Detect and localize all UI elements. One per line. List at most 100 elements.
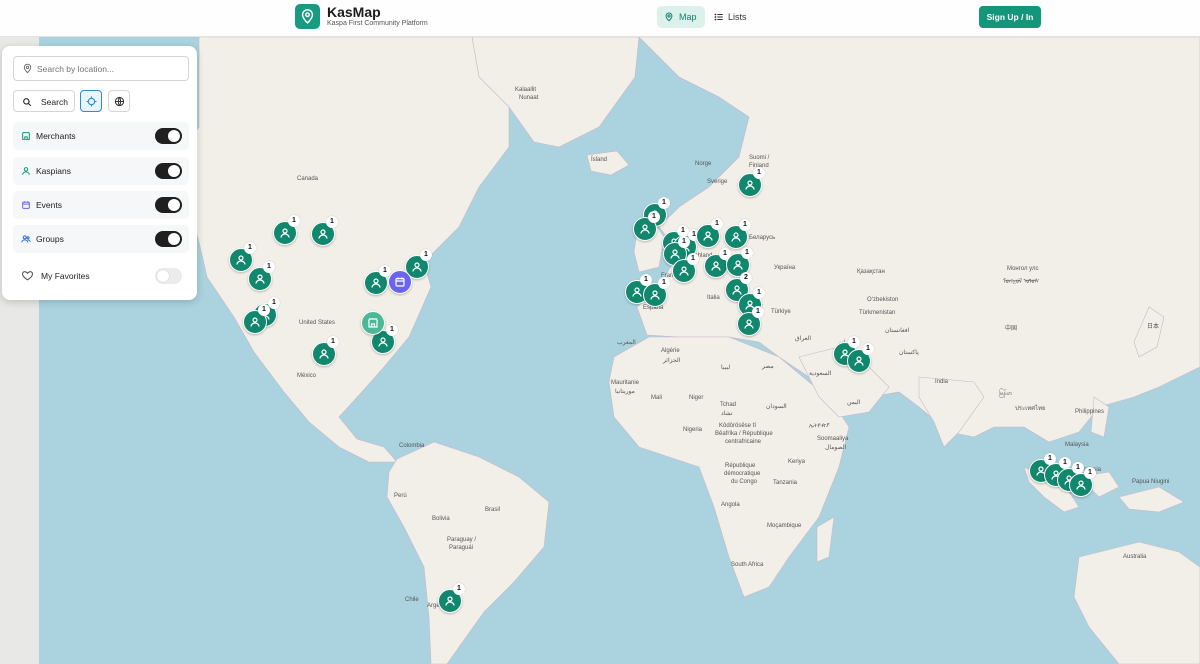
person-icon — [640, 224, 650, 234]
label-italia: Italia — [707, 295, 720, 301]
map-marker[interactable]: 1 — [696, 218, 723, 248]
map-marker[interactable]: 1 — [248, 261, 275, 291]
marker-count-badge: 1 — [453, 583, 465, 595]
label-ethiopia: ኢትዮጵያ — [809, 423, 830, 429]
label-yemen: اليمن — [847, 400, 861, 406]
map-marker[interactable]: 1 — [737, 306, 764, 336]
label-malaysia: Malaysia — [1065, 442, 1089, 448]
label-mongolia-script: ᠮᠣᠩᠭᠣᠯ ᠤᠯᠤᠰ — [1003, 279, 1040, 285]
filter-merchants[interactable]: Merchants — [13, 122, 189, 150]
merchant-marker[interactable] — [361, 311, 385, 335]
label-mali: Mali — [651, 395, 663, 401]
marker-count-badge: 1 — [244, 242, 256, 254]
map-marker[interactable]: 1 — [243, 304, 270, 334]
map-marker[interactable]: 1 — [229, 242, 256, 272]
label-ukraina: Україна — [774, 265, 796, 271]
person-icon — [1076, 480, 1086, 490]
location-search-input[interactable] — [37, 61, 182, 76]
map-marker[interactable]: 1 — [847, 343, 874, 373]
label-turkmenistan: Türkmenistan — [859, 310, 896, 316]
heart-icon — [21, 271, 34, 281]
marker-count-badge: 1 — [386, 324, 398, 336]
map-marker[interactable]: 1 — [438, 583, 465, 613]
globe-icon — [114, 96, 125, 107]
map-land — [168, 37, 1200, 664]
label-kazakhstan: Қазақстан — [857, 269, 885, 275]
calendar-icon — [22, 201, 30, 209]
label-papua: Papua Niugini — [1132, 479, 1170, 485]
signup-button[interactable]: Sign Up / In — [979, 6, 1041, 28]
map-marker[interactable]: 1 — [724, 219, 751, 249]
label-misr: مصر — [762, 364, 774, 370]
locate-me-button[interactable] — [80, 90, 102, 112]
nav-map-tab[interactable]: Map — [657, 6, 705, 28]
label-australia: Australia — [1123, 554, 1147, 560]
marker-count-badge: 1 — [658, 197, 670, 209]
map-marker[interactable]: 1 — [738, 167, 765, 197]
map-marker[interactable]: 1 — [1069, 467, 1096, 497]
marker-count-badge: 1 — [848, 336, 860, 348]
label-iraq: العراق — [795, 336, 812, 342]
marker-count-badge: 1 — [327, 336, 339, 348]
person-icon — [280, 228, 290, 238]
marker-count-badge: 1 — [326, 216, 338, 228]
label-car-3: centrafricaine — [725, 439, 762, 445]
calendar-icon — [395, 277, 405, 287]
map-marker[interactable]: 1 — [633, 211, 660, 241]
label-algerie: Algérie — [661, 348, 680, 354]
label-india: India — [935, 379, 949, 385]
nav-map-label: Map — [679, 12, 697, 22]
filter-groups[interactable]: Groups — [13, 225, 189, 253]
person-icon — [703, 231, 713, 241]
map-marker[interactable]: 1 — [704, 248, 731, 278]
label-car-2: Bêafrîka / République — [715, 431, 773, 437]
world-map[interactable]: Kalaallit Nunaat Ísland Canada United St… — [39, 37, 1200, 664]
map-marker[interactable]: 1 — [643, 277, 670, 307]
label-myanmar: မြန်မာ — [999, 391, 1013, 397]
marker-count-badge: 1 — [753, 167, 765, 179]
filter-favorites[interactable]: My Favorites — [13, 262, 189, 290]
filter-events[interactable]: Events — [13, 191, 189, 219]
filter-merchants-label: Merchants — [36, 131, 76, 141]
groups-toggle[interactable] — [155, 231, 182, 247]
label-sudan: السودان — [766, 404, 787, 410]
marker-count-badge: 2 — [740, 272, 752, 284]
merchants-toggle[interactable] — [155, 128, 182, 144]
marker-count-badge: 1 — [678, 236, 690, 248]
marker-count-badge: 1 — [268, 297, 280, 309]
label-greenland: Kalaallit — [515, 87, 537, 93]
globe-view-button[interactable] — [108, 90, 130, 112]
marker-count-badge: 1 — [263, 261, 275, 273]
map-marker[interactable]: 1 — [311, 216, 338, 246]
map-marker[interactable]: 1 — [364, 265, 391, 295]
nav-lists-label: Lists — [728, 12, 747, 22]
person-icon — [732, 285, 742, 295]
person-icon — [733, 260, 743, 270]
label-japan: 日本 — [1147, 324, 1160, 330]
label-uzbekistan: O‘zbekiston — [867, 297, 899, 303]
label-suomi: Suomi / — [749, 155, 770, 161]
label-somalia: Soomaaliya — [817, 436, 849, 442]
filter-favorites-label: My Favorites — [41, 271, 90, 281]
events-toggle[interactable] — [155, 197, 182, 213]
search-button[interactable]: Search — [13, 90, 75, 112]
map-marker[interactable]: 1 — [672, 253, 699, 283]
label-car-1: Kôdôrösêse tî — [719, 423, 757, 429]
kaspians-toggle[interactable] — [155, 163, 182, 179]
map-marker[interactable]: 1 — [273, 215, 300, 245]
search-icon — [23, 98, 32, 107]
map-marker[interactable]: 1 — [312, 336, 339, 366]
person-icon — [319, 349, 329, 359]
marker-count-badge: 1 — [741, 247, 753, 259]
event-marker[interactable] — [388, 270, 412, 294]
filter-kaspians[interactable]: Kaspians — [13, 157, 189, 185]
app-logo[interactable] — [295, 4, 320, 29]
favorites-toggle[interactable] — [155, 268, 182, 284]
label-niger: Niger — [689, 395, 704, 401]
nav-lists-tab[interactable]: Lists — [712, 6, 752, 28]
location-search-field[interactable] — [13, 56, 189, 81]
person-icon — [318, 229, 328, 239]
label-sverige: Sverige — [707, 179, 728, 185]
map-pin-icon — [301, 9, 314, 24]
label-peru: Perú — [394, 493, 407, 499]
